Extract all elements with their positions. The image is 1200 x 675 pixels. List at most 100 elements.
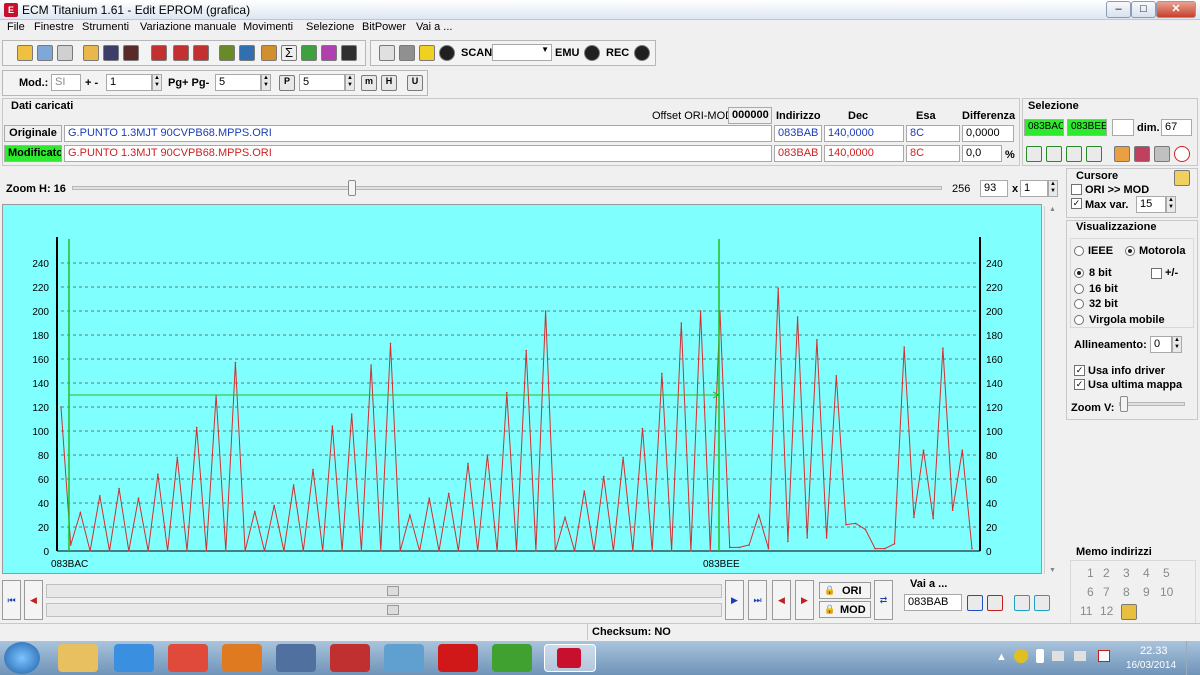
open-folder-icon[interactable] [83, 45, 99, 61]
allineamento-spinner[interactable]: ▲ ▼ [1172, 336, 1182, 353]
flag-tray-icon[interactable] [1098, 650, 1110, 662]
last-page-button[interactable]: ⏭ [748, 580, 767, 620]
chart-area[interactable]: 0 0 20 20 40 40 60 60 80 80 100 100 120 120 140 140 160 1… [2, 204, 1042, 574]
run-icon[interactable] [419, 45, 435, 61]
mark-left-icon[interactable] [1014, 595, 1030, 611]
dim-value[interactable]: 67 [1161, 119, 1192, 136]
home-icon[interactable] [17, 45, 33, 61]
scrollbar-bottom-thumb[interactable] [387, 605, 399, 615]
menu-finestre[interactable]: Finestre [34, 21, 74, 33]
network-tray-icon[interactable] [1052, 651, 1064, 661]
calc-icon[interactable] [173, 45, 189, 61]
menu-strumenti[interactable]: Strumenti [82, 21, 129, 33]
sel-middle-icon[interactable] [1046, 146, 1062, 162]
usa-info-checkbox[interactable]: ✓ [1074, 365, 1085, 376]
selection-start[interactable]: 083BAC [1024, 119, 1064, 136]
zoom-multiplier[interactable]: 1 [1020, 180, 1048, 197]
checksum-icon[interactable] [193, 45, 209, 61]
memo-12[interactable]: 12 [1100, 604, 1113, 618]
zoom-h-slider[interactable] [72, 186, 942, 190]
modificato-diff[interactable]: 0,0 [962, 145, 1002, 162]
usa-ultima-checkbox[interactable]: ✓ [1074, 379, 1085, 390]
goto-start-icon[interactable] [967, 595, 983, 611]
zoom-h-thumb[interactable] [348, 180, 356, 196]
p-spinner[interactable]: ▲ ▼ [345, 74, 355, 91]
binoculars-icon[interactable] [341, 45, 357, 61]
scan-select[interactable]: ▼ [492, 44, 552, 61]
p-icon[interactable]: P [279, 75, 295, 91]
menu-bitpower[interactable]: BitPower [362, 21, 406, 33]
swap-button[interactable]: ⇄ [874, 580, 893, 620]
originale-button[interactable]: Originale [4, 125, 62, 142]
memo-4[interactable]: 4 [1143, 566, 1150, 580]
mod-button[interactable]: 🔒 MOD [819, 601, 871, 618]
sel-end-icon[interactable] [1086, 146, 1102, 162]
utorrent-icon[interactable] [492, 644, 532, 672]
8bit-radio[interactable] [1074, 268, 1084, 278]
step-field[interactable]: 1 [106, 74, 152, 91]
firefox-icon[interactable] [222, 644, 262, 672]
chart-icon[interactable] [321, 45, 337, 61]
cube-icon[interactable] [301, 45, 317, 61]
memo-3[interactable]: 3 [1123, 566, 1130, 580]
memo-10[interactable]: 10 [1160, 585, 1173, 599]
battery-tray-icon[interactable] [1036, 649, 1044, 663]
chart-vertical-scrollbar[interactable]: ▲ ▼ [1044, 206, 1060, 574]
tools-icon[interactable] [379, 45, 395, 61]
next-step-button[interactable]: ▶ [725, 580, 744, 620]
scrollbar-top-thumb[interactable] [387, 586, 399, 596]
ecm-titanium-task[interactable] [544, 644, 596, 672]
menu-selezione[interactable]: Selezione [306, 21, 354, 33]
battery-icon[interactable] [239, 45, 255, 61]
memo-6[interactable]: 6 [1087, 585, 1094, 599]
step-spinner[interactable]: ▲ ▼ [152, 74, 162, 91]
edit-icon[interactable] [261, 45, 277, 61]
memo-11[interactable]: 11 [1080, 604, 1092, 618]
sum-icon[interactable]: Σ [281, 45, 297, 61]
windows-icon[interactable] [37, 45, 53, 61]
sel-left-icon[interactable] [1026, 146, 1042, 162]
clock-time[interactable]: 22.33 [1140, 645, 1168, 657]
next-diff-button[interactable]: ▶ [795, 580, 814, 620]
ori-button[interactable]: 🔒 ORI [819, 582, 871, 599]
memo-8[interactable]: 8 [1123, 585, 1130, 599]
selection-end[interactable]: 083BEE [1067, 119, 1107, 136]
memo-2[interactable]: 2 [1103, 566, 1110, 580]
lock-icon[interactable] [399, 45, 415, 61]
copy-disabled-icon[interactable] [1154, 146, 1170, 162]
memo-9[interactable]: 9 [1143, 585, 1150, 599]
ie-icon[interactable] [114, 644, 154, 672]
scrollbar-top[interactable] [46, 584, 722, 598]
goto-address-field[interactable]: 083BAB [904, 594, 962, 611]
goto-end-icon[interactable] [987, 595, 1003, 611]
close-button[interactable]: ✕ [1156, 1, 1196, 18]
tray-app-icon[interactable] [1014, 649, 1028, 663]
clock-date[interactable]: 16/03/2014 [1126, 660, 1176, 671]
show-desktop-button[interactable] [1186, 641, 1200, 675]
memo-1[interactable]: 1 [1087, 566, 1094, 580]
menu-movimenti[interactable]: Movimenti [243, 21, 293, 33]
padlock-icon[interactable] [1174, 170, 1190, 186]
page-field[interactable]: 5 [215, 74, 261, 91]
motorola-radio[interactable] [1125, 246, 1135, 256]
tray-arrow-icon[interactable]: ▲ [996, 651, 1007, 663]
menu-file[interactable]: File [7, 21, 25, 33]
prev-diff-button[interactable]: ◀ [772, 580, 791, 620]
page-spinner[interactable]: ▲ ▼ [261, 74, 271, 91]
memo-5[interactable]: 5 [1163, 566, 1170, 580]
zoom-v-thumb[interactable] [1120, 396, 1128, 412]
volume-tray-icon[interactable] [1074, 651, 1086, 661]
memo-7[interactable]: 7 [1103, 585, 1110, 599]
graph-svg[interactable]: 0 0 20 20 40 40 60 60 80 80 100 100 120 120 140 140 160 1… [3, 205, 1043, 575]
zoom-value[interactable]: 93 [980, 180, 1008, 197]
p-field[interactable]: 5 [299, 74, 345, 91]
m-icon[interactable]: m [361, 75, 377, 91]
copy-icon[interactable] [57, 45, 73, 61]
chip-icon[interactable] [219, 45, 235, 61]
max-var-checkbox[interactable]: ✓ [1071, 198, 1082, 209]
thunderbird-icon[interactable] [276, 644, 316, 672]
ori-mod-checkbox[interactable] [1071, 184, 1082, 195]
explorer-icon[interactable] [58, 644, 98, 672]
menu-variazione-manuale[interactable]: Variazione manuale [140, 21, 236, 33]
32bit-radio[interactable] [1074, 299, 1084, 309]
